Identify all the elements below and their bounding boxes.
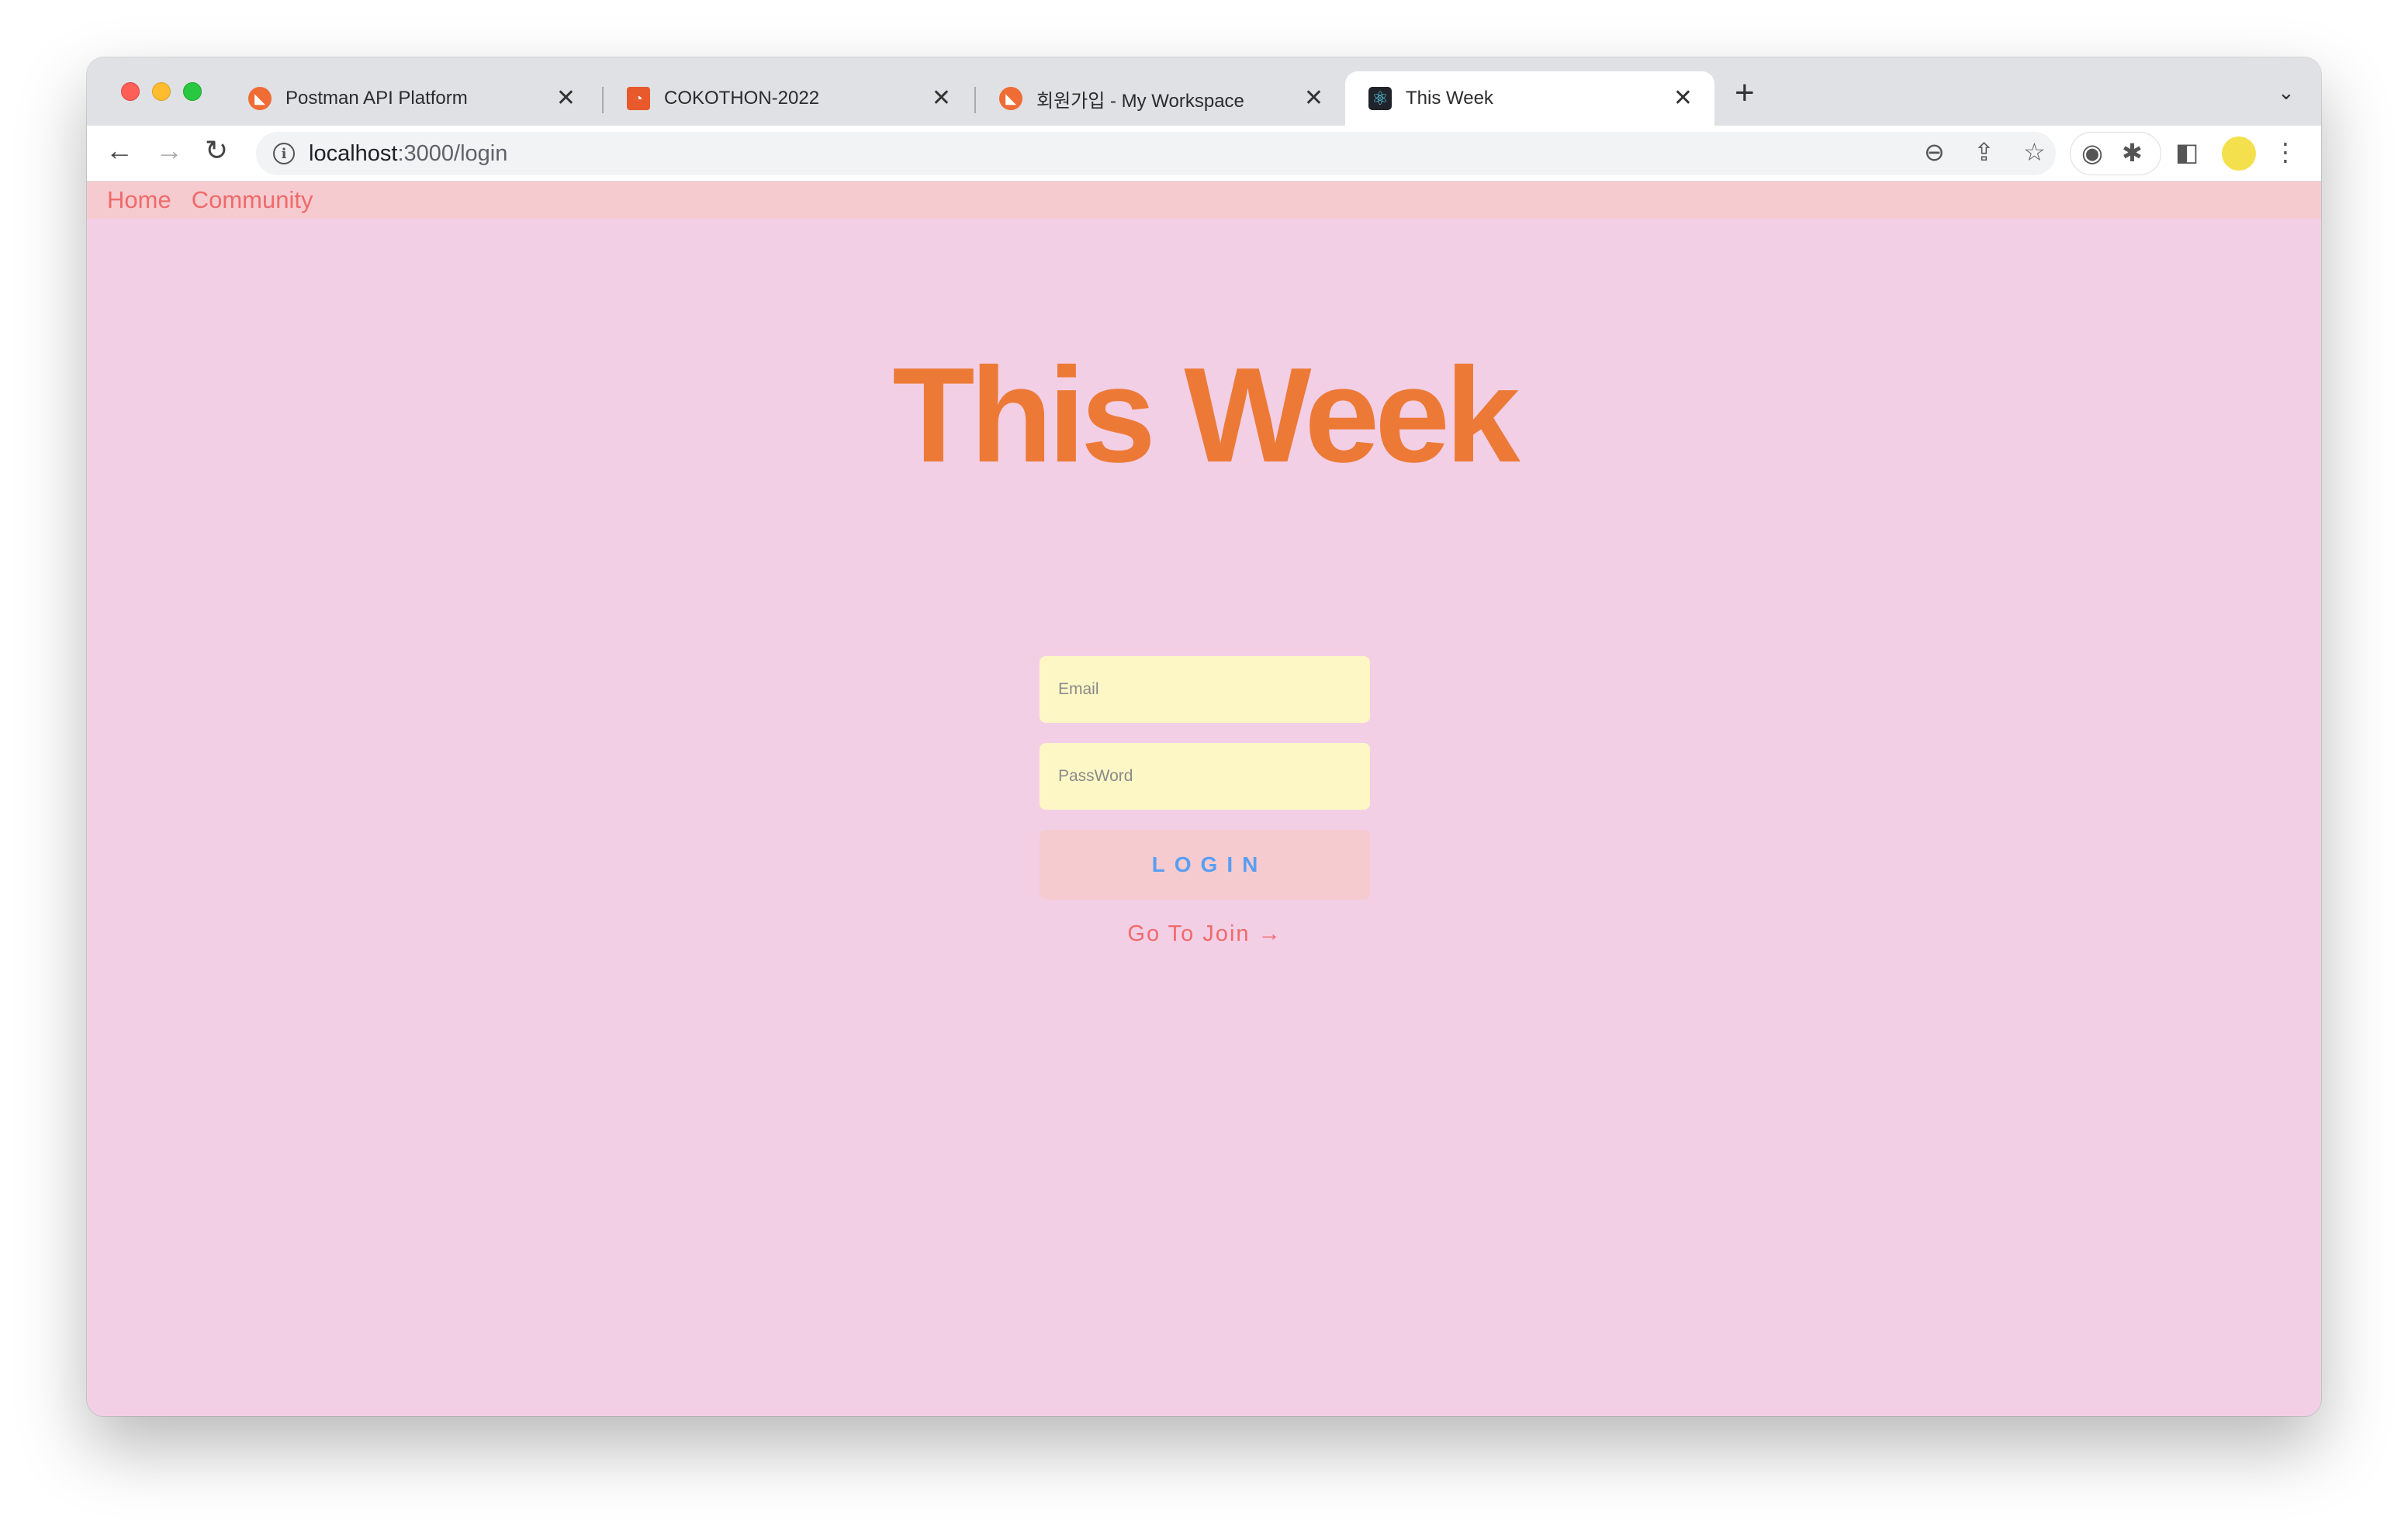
page-content: Home Community This Week LOGIN Go To Joi… — [87, 181, 2321, 1416]
address-bar[interactable]: i localhost:3000/login — [256, 132, 2056, 175]
share-icon[interactable]: ⇪ — [1974, 140, 1995, 164]
site-info-icon[interactable]: i — [273, 143, 295, 164]
tab-this-week[interactable]: ⚛ This Week ✕ — [1345, 71, 1714, 126]
browser-toolbar: ← → ↻ i localhost:3000/login ⊖ ◉ ✱ ⇪ ☆ ◧ ⋮ — [87, 126, 2321, 181]
tab-strip: ◣ Postman API Platform ✕ ◔ COKOTHON-2022… — [87, 57, 2321, 126]
minimize-window-button[interactable] — [152, 82, 171, 101]
close-tab-icon[interactable]: ✕ — [932, 87, 951, 110]
bookmark-star-icon[interactable]: ☆ — [2023, 140, 2046, 164]
close-tab-icon[interactable]: ✕ — [1673, 87, 1693, 110]
extensions-puzzle-icon[interactable]: ✱ — [2122, 140, 2143, 165]
email-input[interactable] — [1040, 656, 1370, 723]
login-form: LOGIN Go To Join → — [1040, 656, 1370, 947]
react-icon: ⚛ — [1368, 87, 1392, 110]
tab-label: This Week — [1406, 88, 1493, 109]
top-navigation: Home Community — [87, 181, 2321, 219]
browser-window: ◣ Postman API Platform ✕ ◔ COKOTHON-2022… — [87, 57, 2321, 1416]
close-tab-icon[interactable]: ✕ — [1304, 87, 1323, 110]
login-button[interactable]: LOGIN — [1040, 830, 1370, 900]
postman-icon: ◣ — [248, 87, 272, 110]
zoom-icon[interactable]: ⊖ — [1924, 140, 1945, 164]
reload-icon[interactable]: ↻ — [205, 137, 228, 164]
extensions-group: ◉ ✱ — [2070, 132, 2161, 175]
side-panel-icon[interactable]: ◧ — [2175, 140, 2199, 164]
nav-home-link[interactable]: Home — [107, 186, 171, 214]
back-arrow-icon[interactable]: ← — [106, 137, 133, 164]
new-tab-button[interactable]: + — [1735, 76, 1755, 110]
tab-label: 회원가입 - My Workspace — [1036, 90, 1244, 112]
url-host: localhost — [309, 140, 398, 166]
screenshot-camera-icon[interactable]: ◉ — [2081, 140, 2103, 165]
url-path: :3000/login — [397, 140, 508, 166]
tab-postman[interactable]: ◣ Postman API Platform ✕ — [225, 71, 597, 126]
tab-label: COKOTHON-2022 — [664, 88, 820, 109]
close-window-button[interactable] — [121, 82, 140, 101]
tab-label: Postman API Platform — [285, 88, 468, 109]
go-to-join-link[interactable]: Go To Join → — [1040, 921, 1370, 947]
profile-avatar[interactable] — [2222, 137, 2256, 171]
forward-arrow-icon[interactable]: → — [155, 137, 183, 164]
nav-community-link[interactable]: Community — [192, 186, 313, 214]
password-input[interactable] — [1040, 743, 1370, 810]
maximize-window-button[interactable] — [183, 82, 202, 101]
postman-icon: ◣ — [999, 87, 1022, 110]
tab-search-chevron-icon[interactable]: ⌄ — [2278, 81, 2295, 105]
url-text: localhost:3000/login — [309, 141, 507, 167]
tab-cokothon[interactable]: ◔ COKOTHON-2022 ✕ — [604, 71, 973, 126]
page-title: This Week — [892, 339, 1520, 490]
tab-signup-workspace[interactable]: ◣ 회원가입 - My Workspace ✕ — [976, 71, 1345, 126]
square-logo-icon: ◔ — [627, 87, 650, 110]
close-tab-icon[interactable]: ✕ — [556, 87, 576, 110]
chrome-menu-icon[interactable]: ⋮ — [2273, 140, 2298, 164]
